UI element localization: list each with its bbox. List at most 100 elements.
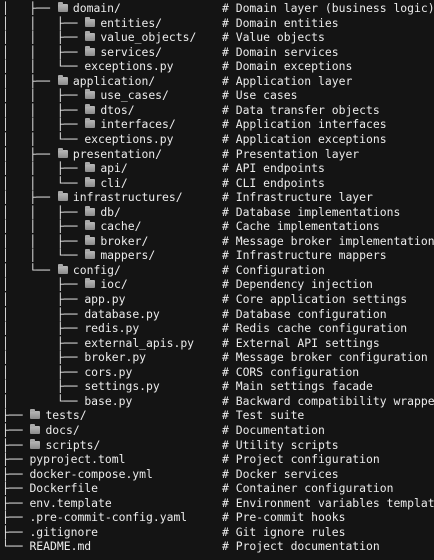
tree-branch: ├── xyxy=(2,466,30,481)
folder-icon xyxy=(85,278,96,289)
comment: # Project configuration xyxy=(222,452,380,467)
tree-branch: │ ├── xyxy=(2,73,57,88)
tree-row: │ ├── application/ # Application layer xyxy=(0,74,434,89)
tree-row: │ ├── app.py # Core application settings xyxy=(0,292,434,307)
folder-name: tests/ xyxy=(45,408,87,423)
comment: # Domain services xyxy=(222,44,339,59)
tree-row: │ │ ├── db/ # Database implementations xyxy=(0,205,434,220)
folder-name: api/ xyxy=(100,161,128,176)
file-name: docker-compose.yml xyxy=(29,466,153,481)
comment: # Value objects xyxy=(222,30,325,45)
folder-icon xyxy=(57,191,68,202)
folder-name: dtos/ xyxy=(100,102,135,117)
folder-name: interfaces/ xyxy=(100,117,176,132)
tree-row: │ │ ├── value_objects/ # Value objects xyxy=(0,30,434,45)
folder-icon xyxy=(30,423,41,434)
folder-name: value_objects/ xyxy=(100,30,197,45)
tree-row: ├── .pre-commit-config.yaml # Pre-commit … xyxy=(0,510,434,525)
folder-name: application/ xyxy=(72,73,156,88)
tree-branch: │ ├── xyxy=(2,292,85,306)
directory-tree: │ ├── domain/ # Domain layer (business lo… xyxy=(0,0,434,560)
tree-branch: │ ├── xyxy=(2,350,85,365)
file-name: .pre-commit-config.yaml xyxy=(29,510,188,525)
folder-icon xyxy=(85,31,96,42)
tree-row: │ │ ├── services/ # Domain services xyxy=(0,45,434,60)
folder-name: use_cases/ xyxy=(100,88,169,103)
folder-name: docs/ xyxy=(45,422,80,437)
comment: # Configuration xyxy=(222,262,325,277)
folder-name: cache/ xyxy=(100,219,142,234)
tree-branch: │ │ ├── xyxy=(2,44,85,59)
comment: # Redis cache configuration xyxy=(222,321,408,336)
comment: # Infrastructure mappers xyxy=(222,248,387,263)
tree-row: │ ├── domain/ # Domain layer (business lo… xyxy=(0,1,434,16)
folder-name: entities/ xyxy=(100,15,163,30)
tree-branch: └── xyxy=(2,539,30,554)
file-name: env.template xyxy=(29,495,112,510)
folder-icon xyxy=(57,2,68,12)
file-name: app.py xyxy=(84,292,126,306)
folder-icon xyxy=(30,438,41,449)
folder-icon xyxy=(57,74,68,85)
tree-row: ├── tests/ # Test suite xyxy=(0,408,434,423)
tree-branch: │ │ ├── xyxy=(2,219,85,234)
folder-icon xyxy=(30,409,41,420)
tree-row: ├── docker-compose.yml # Docker services xyxy=(0,467,434,482)
tree-branch: ├── xyxy=(2,510,30,525)
tree-row: ├── pyproject.toml # Project configuratio… xyxy=(0,452,434,467)
folder-name: broker/ xyxy=(100,233,149,248)
folder-name: scripts/ xyxy=(45,437,101,452)
tree-row: │ │ ├── use_cases/ # Use cases xyxy=(0,88,434,103)
tree-row: │ │ ├── api/ # API endpoints xyxy=(0,161,434,176)
comment: # Cache implementations xyxy=(222,219,380,234)
tree-branch: │ │ └── xyxy=(2,175,85,190)
folder-icon xyxy=(57,263,68,274)
folder-name: services/ xyxy=(100,44,163,59)
file-name: Dockerfile xyxy=(29,481,99,496)
folder-name: domain/ xyxy=(72,1,121,15)
tree-branch: ├── xyxy=(2,495,30,510)
tree-branch: │ │ ├── xyxy=(2,161,85,176)
tree-row: │ ├── external_apis.py # External API set… xyxy=(0,336,434,351)
folder-name: cli/ xyxy=(100,175,128,190)
comment: # Documentation xyxy=(222,422,325,437)
tree-row: │ ├── redis.py # Redis cache configuratio… xyxy=(0,321,434,336)
folder-name: ioc/ xyxy=(100,277,128,292)
comment: # Utility scripts xyxy=(222,437,339,452)
folder-icon xyxy=(85,16,96,27)
folder-icon xyxy=(85,205,96,216)
tree-row: │ ├── infrastructures/ # Infrastructure l… xyxy=(0,190,434,205)
comment: # Test suite xyxy=(222,408,305,423)
tree-row: │ ├── settings.py # Main settings facade xyxy=(0,379,434,394)
tree-row: │ │ └── exceptions.py # Application excep… xyxy=(0,132,434,147)
tree-branch: │ │ └── xyxy=(2,59,85,74)
comment: # Data transfer objects xyxy=(222,102,380,117)
folder-name: db/ xyxy=(100,204,121,219)
folder-name: mappers/ xyxy=(100,248,156,263)
tree-branch: │ │ ├── xyxy=(2,30,85,45)
comment: # Environment variables template xyxy=(222,495,434,510)
file-name: redis.py xyxy=(84,321,140,336)
tree-row: │ │ ├── entities/ # Domain entities xyxy=(0,16,434,31)
file-name: README.md xyxy=(29,539,92,554)
comment: # Domain exceptions xyxy=(222,59,353,74)
tree-row: │ └── config/ # Configuration xyxy=(0,263,434,278)
tree-branch: │ │ ├── xyxy=(2,204,85,219)
tree-row: │ │ └── exceptions.py # Domain exceptions xyxy=(0,59,434,74)
tree-row: │ ├── presentation/ # Presentation layer xyxy=(0,147,434,162)
comment: # Database implementations xyxy=(222,204,401,219)
tree-branch: │ │ ├── xyxy=(2,88,85,103)
file-name: .gitignore xyxy=(29,524,99,539)
comment: # Database configuration xyxy=(222,306,387,321)
tree-branch: ├── xyxy=(2,524,30,539)
tree-branch: │ ├── xyxy=(2,321,85,336)
file-name: settings.py xyxy=(84,379,160,394)
file-name: database.py xyxy=(84,306,160,321)
tree-branch: │ ├── xyxy=(2,364,85,379)
folder-name: config/ xyxy=(72,262,121,277)
folder-icon xyxy=(85,220,96,231)
tree-branch: ├── xyxy=(2,481,30,496)
tree-branch: │ ├── xyxy=(2,190,57,205)
comment: # Core application settings xyxy=(222,292,408,306)
comment: # Docker services xyxy=(222,466,339,481)
